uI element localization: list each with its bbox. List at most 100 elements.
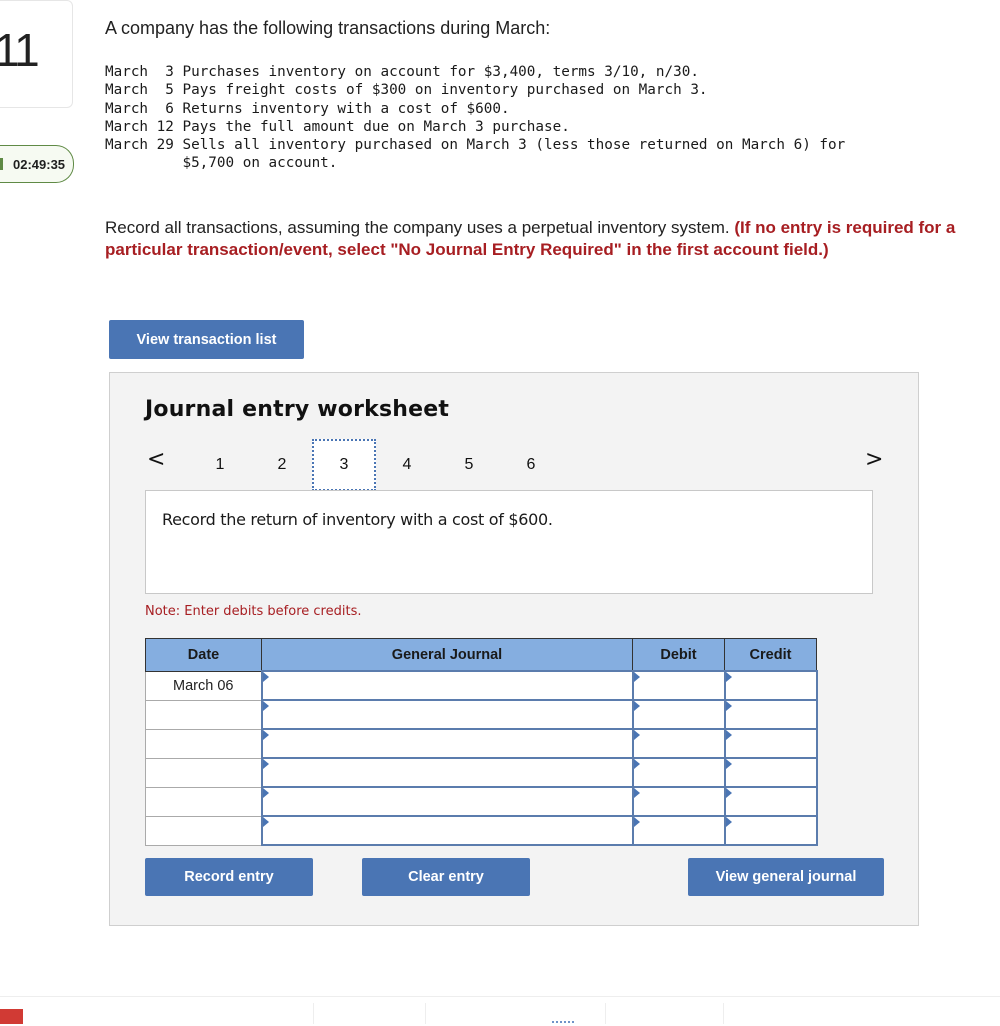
dropdown-marker-icon [725,730,732,740]
debit-input[interactable] [633,788,724,815]
debit-cell [631,699,726,730]
journal-table: Date General Journal Debit Credit March … [145,638,818,846]
date-cell [145,786,262,817]
timer-value: 02:49:35 [13,157,66,172]
debit-input[interactable] [633,701,724,728]
credit-cell [723,757,818,788]
dropdown-marker-icon [633,759,640,769]
view-general-journal-button[interactable]: View general journal [688,858,884,896]
transaction-list: March 3 Purchases inventory on account f… [105,63,845,173]
dropdown-marker-icon [262,672,269,682]
tab-2[interactable]: 2 [251,439,313,491]
dropdown-marker-icon [262,759,269,769]
dropdown-marker-icon [725,759,732,769]
dropdown-marker-icon [262,730,269,740]
dropdown-marker-icon [262,788,269,798]
chevron-right-icon[interactable]: > [865,447,883,472]
date-cell [145,699,262,730]
debit-input[interactable] [633,759,724,786]
bottom-red-tab[interactable] [0,1009,23,1024]
column-header-debit: Debit [632,638,725,672]
account-input[interactable] [262,759,632,786]
debit-input[interactable] [633,672,724,699]
table-row [145,699,818,730]
transaction-row: March 3 Purchases inventory on account f… [105,64,699,80]
dropdown-marker-icon [725,672,732,682]
chevron-left-icon[interactable]: < [147,447,165,472]
column-header-general-journal: General Journal [261,638,633,672]
table-row: March 06 [145,670,818,701]
worksheet-title: Journal entry worksheet [145,397,450,422]
instructions: Record all transactions, assuming the co… [105,217,975,261]
clear-entry-button[interactable]: Clear entry [362,858,530,896]
credit-cell [723,786,818,817]
debit-cell [631,786,726,817]
account-cell [260,815,634,846]
debit-input[interactable] [633,730,724,757]
dropdown-marker-icon [262,817,269,827]
dropdown-marker-icon [633,701,640,711]
account-cell [260,670,634,701]
table-row [145,757,818,788]
dropdown-marker-icon [725,817,732,827]
account-cell [260,757,634,788]
date-cell [145,757,262,788]
table-row [145,786,818,817]
debit-cell [631,757,726,788]
credit-input[interactable] [725,817,816,844]
transaction-prompt-box: Record the return of inventory with a co… [145,490,873,594]
transaction-prompt: Record the return of inventory with a co… [162,510,553,529]
debit-credit-note: Note: Enter debits before credits. [145,604,362,619]
tab-6[interactable]: 6 [500,439,562,491]
date-cell [145,728,262,759]
record-entry-button[interactable]: Record entry [145,858,313,896]
date-cell [145,815,262,846]
column-header-date: Date [145,638,262,672]
tab-3[interactable]: 3 [312,439,376,491]
dropdown-marker-icon [725,788,732,798]
dropdown-marker-icon [633,817,640,827]
bottom-separator [425,1003,426,1024]
bottom-separator [313,1003,314,1024]
account-input[interactable] [262,817,632,844]
tab-5[interactable]: 5 [438,439,500,491]
credit-cell [723,699,818,730]
bottom-divider [0,996,1000,997]
dropdown-marker-icon [633,788,640,798]
question-intro: A company has the following transactions… [105,18,551,38]
table-row [145,815,818,846]
tab-1[interactable]: 1 [189,439,251,491]
credit-cell [723,670,818,701]
instructions-plain: Record all transactions, assuming the co… [105,218,735,237]
tab-4[interactable]: 4 [376,439,438,491]
credit-input[interactable] [725,759,816,786]
credit-input[interactable] [725,788,816,815]
timer-badge: 02:49:35 [0,145,74,183]
dropdown-marker-icon [725,701,732,711]
transaction-row: March 29 Sells all inventory purchased o… [105,137,846,172]
bottom-separator [723,1003,724,1024]
column-header-credit: Credit [724,638,817,672]
account-input[interactable] [262,788,632,815]
bottom-separator [605,1003,606,1024]
timer-icon [0,158,3,170]
question-number: 11 [0,24,40,76]
account-input[interactable] [262,730,632,757]
transaction-row: March 12 Pays the full amount due on Mar… [105,118,570,135]
account-input[interactable] [262,672,632,699]
account-cell [260,786,634,817]
view-transaction-list-button[interactable]: View transaction list [109,320,304,359]
account-input[interactable] [262,701,632,728]
account-cell [260,728,634,759]
dropdown-marker-icon [262,701,269,711]
journal-entry-worksheet: Journal entry worksheet < 1 2 3 4 5 6 > … [109,372,919,926]
debit-cell [631,728,726,759]
credit-cell [723,815,818,846]
debit-cell [631,670,726,701]
transaction-row: March 6 Returns inventory with a cost of… [105,100,510,117]
credit-input[interactable] [725,701,816,728]
question-number-card: 11 [0,0,73,108]
debit-input[interactable] [633,817,724,844]
credit-input[interactable] [725,730,816,757]
credit-input[interactable] [725,672,816,699]
